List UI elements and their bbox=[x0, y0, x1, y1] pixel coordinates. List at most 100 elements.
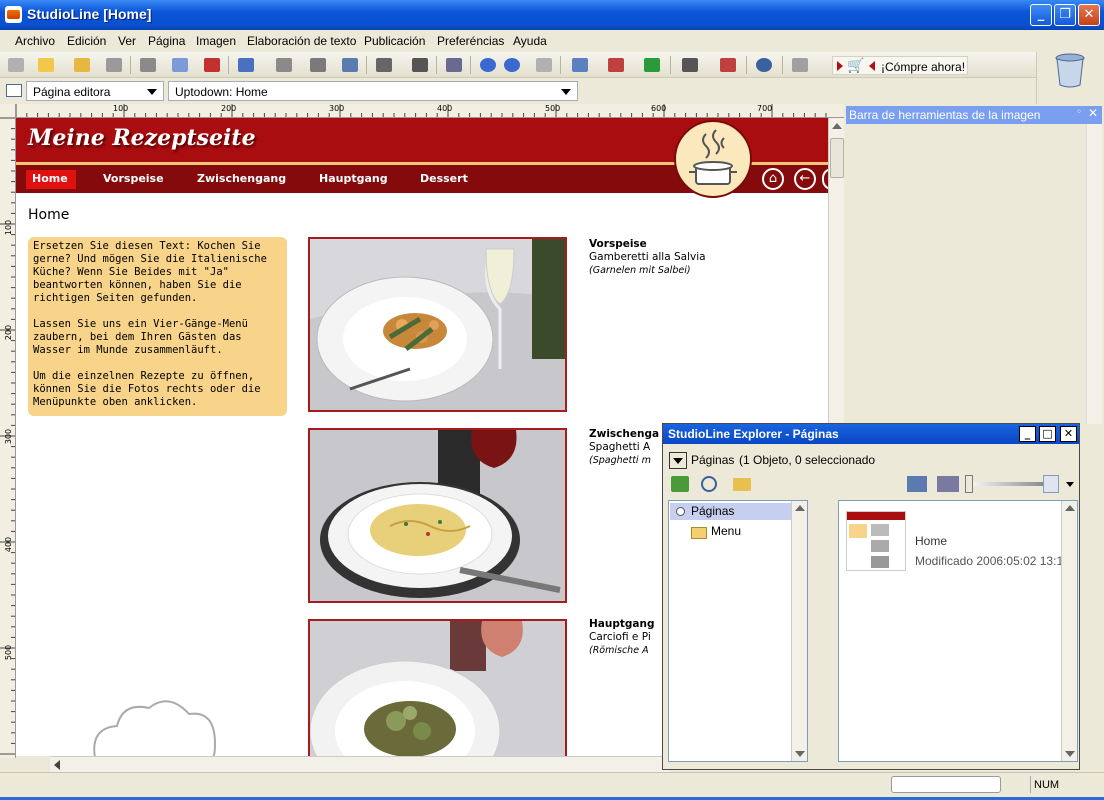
menu-bar: Archivo Edición Ver Página Imagen Elabor… bbox=[0, 30, 1036, 52]
sort-text-icon[interactable] bbox=[907, 476, 927, 492]
explorer-window: StudioLine Explorer - Páginas _ □ ✕ Pági… bbox=[662, 423, 1080, 770]
menu-ver[interactable]: Ver bbox=[118, 34, 136, 48]
select-tool-icon[interactable] bbox=[6, 56, 26, 74]
image-panel-title: Barra de herramientas de la imagen bbox=[846, 106, 1102, 124]
eyedropper-icon[interactable] bbox=[410, 56, 430, 74]
view-mode-select[interactable]: Página editora bbox=[26, 81, 164, 101]
arrow-right-icon bbox=[837, 61, 843, 71]
photo-zwischengang[interactable] bbox=[308, 428, 567, 603]
page-thumbnail[interactable] bbox=[846, 511, 906, 571]
trash-area bbox=[1036, 52, 1104, 104]
chevron-down-icon[interactable] bbox=[1066, 482, 1074, 487]
restore-button[interactable]: ❐ bbox=[1054, 4, 1076, 26]
explorer-file-list[interactable]: Home Modificado 2006:05:02 13:1 bbox=[838, 500, 1078, 762]
zoom-icon[interactable] bbox=[754, 56, 774, 74]
scroll-up-icon[interactable] bbox=[832, 123, 842, 129]
new-folder-icon[interactable] bbox=[733, 478, 751, 491]
spellcheck-icon[interactable] bbox=[606, 56, 626, 74]
nav-hauptgang[interactable]: Hauptgang bbox=[319, 172, 388, 185]
open-folder-icon[interactable] bbox=[72, 56, 92, 74]
minimize-button[interactable]: _ bbox=[1030, 4, 1052, 26]
course-subtitle: (Spaghetti m bbox=[589, 455, 651, 466]
new-page-icon[interactable] bbox=[36, 56, 56, 74]
arrow-left-icon[interactable]: ← bbox=[794, 168, 816, 190]
nav-home[interactable]: Home bbox=[32, 172, 68, 185]
find-replace-icon[interactable] bbox=[570, 56, 590, 74]
explorer-path-label: Páginas bbox=[691, 453, 735, 467]
thumbnail-size-slider[interactable] bbox=[965, 482, 1045, 486]
scroll-up-icon[interactable] bbox=[795, 505, 805, 511]
tree-item-paginas[interactable]: Páginas bbox=[691, 504, 734, 518]
align-icon[interactable] bbox=[374, 56, 394, 74]
scroll-down-icon[interactable] bbox=[1065, 751, 1075, 757]
grid-view-icon[interactable] bbox=[937, 476, 959, 492]
table-icon[interactable] bbox=[340, 56, 360, 74]
scroll-thumb[interactable] bbox=[830, 138, 844, 178]
slider-handle[interactable] bbox=[965, 475, 973, 493]
pin-icon[interactable]: ◦ bbox=[1076, 107, 1082, 118]
nav-vorspeise[interactable]: Vorspeise bbox=[103, 172, 164, 185]
tree-scrollbar[interactable] bbox=[791, 501, 807, 761]
menu-elaboracion-texto[interactable]: Elaboración de texto bbox=[247, 34, 356, 48]
image-panel-scrollbar[interactable] bbox=[1086, 124, 1102, 424]
nav-zwischengang[interactable]: Zwischengang bbox=[197, 172, 286, 185]
close-icon[interactable]: ✕ bbox=[1088, 106, 1098, 120]
nav-dessert[interactable]: Dessert bbox=[420, 172, 468, 185]
ruler-label: 300 bbox=[329, 104, 345, 113]
explorer-close-button[interactable]: ✕ bbox=[1060, 426, 1077, 442]
explorer-tree[interactable]: Páginas Menu bbox=[668, 500, 808, 762]
move-icon[interactable] bbox=[790, 56, 810, 74]
ruler-label: 400 bbox=[4, 536, 14, 553]
text-frame-icon[interactable] bbox=[274, 56, 294, 74]
menu-imagen[interactable]: Imagen bbox=[196, 34, 236, 48]
menu-edicion[interactable]: Edición bbox=[67, 34, 106, 48]
site-title: Meine Rezeptseite bbox=[28, 125, 256, 151]
tree-item-menu[interactable]: Menu bbox=[711, 524, 741, 538]
order-icon[interactable] bbox=[718, 56, 738, 74]
home-icon[interactable]: ⌂ bbox=[762, 168, 784, 190]
explorer-minimize-button[interactable]: _ bbox=[1019, 426, 1036, 442]
paste-icon[interactable] bbox=[202, 56, 222, 74]
menu-pagina[interactable]: Página bbox=[148, 34, 185, 48]
page-select[interactable]: Uptodown: Home bbox=[168, 81, 578, 101]
course-heading: Hauptgang bbox=[589, 618, 655, 630]
link-icon[interactable] bbox=[534, 56, 554, 74]
save-icon[interactable] bbox=[104, 56, 124, 74]
chevron-down-icon bbox=[147, 89, 157, 95]
file-item-name[interactable]: Home bbox=[915, 534, 947, 548]
photo-hauptgang[interactable] bbox=[308, 619, 567, 758]
explorer-path-dropdown[interactable] bbox=[669, 452, 687, 469]
explorer-maximize-button[interactable]: □ bbox=[1039, 426, 1056, 442]
scroll-left-icon[interactable] bbox=[54, 760, 60, 770]
menu-archivo[interactable]: Archivo bbox=[15, 34, 55, 48]
canvas-horizontal-scrollbar[interactable] bbox=[50, 756, 670, 772]
close-button[interactable]: ✕ bbox=[1078, 4, 1100, 26]
menu-preferencias[interactable]: Preferéncias bbox=[437, 34, 504, 48]
menu-publicacion[interactable]: Publicación bbox=[364, 34, 425, 48]
copy-icon[interactable] bbox=[170, 56, 190, 74]
up-folder-icon[interactable] bbox=[671, 476, 689, 492]
trash-icon[interactable] bbox=[1054, 52, 1086, 88]
list-scrollbar[interactable] bbox=[1061, 501, 1077, 761]
ruler-label: 200 bbox=[4, 324, 14, 341]
grid-icon[interactable] bbox=[444, 56, 464, 74]
search-icon[interactable] bbox=[701, 476, 717, 492]
scroll-down-icon[interactable] bbox=[795, 751, 805, 757]
menu-ayuda[interactable]: Ayuda bbox=[513, 34, 547, 48]
slider-stepper[interactable] bbox=[1043, 475, 1059, 493]
combo-row: Página editora Uptodown: Home bbox=[0, 78, 1036, 104]
intro-paragraph: Um die einzelnen Rezepte zu öffnen, könn… bbox=[33, 370, 261, 408]
intro-text-box[interactable]: Ersetzen Sie diesen Text: Kochen Sie ger… bbox=[28, 237, 287, 416]
buy-now-button[interactable]: 🛒 ¡Cómpre ahora! bbox=[832, 56, 968, 75]
image-frame-icon[interactable] bbox=[308, 56, 328, 74]
scroll-up-icon[interactable] bbox=[1065, 505, 1075, 511]
abc-check-icon[interactable] bbox=[642, 56, 662, 74]
redo-icon[interactable] bbox=[502, 56, 522, 74]
undo-icon[interactable] bbox=[478, 56, 498, 74]
cut-icon[interactable] bbox=[138, 56, 158, 74]
photo-vorspeise[interactable] bbox=[308, 237, 567, 412]
layout-grid-icon[interactable] bbox=[236, 56, 256, 74]
ruler-label: 100 bbox=[113, 104, 129, 113]
distribute-icon[interactable] bbox=[680, 56, 700, 74]
status-bar: NUM bbox=[0, 772, 1104, 800]
